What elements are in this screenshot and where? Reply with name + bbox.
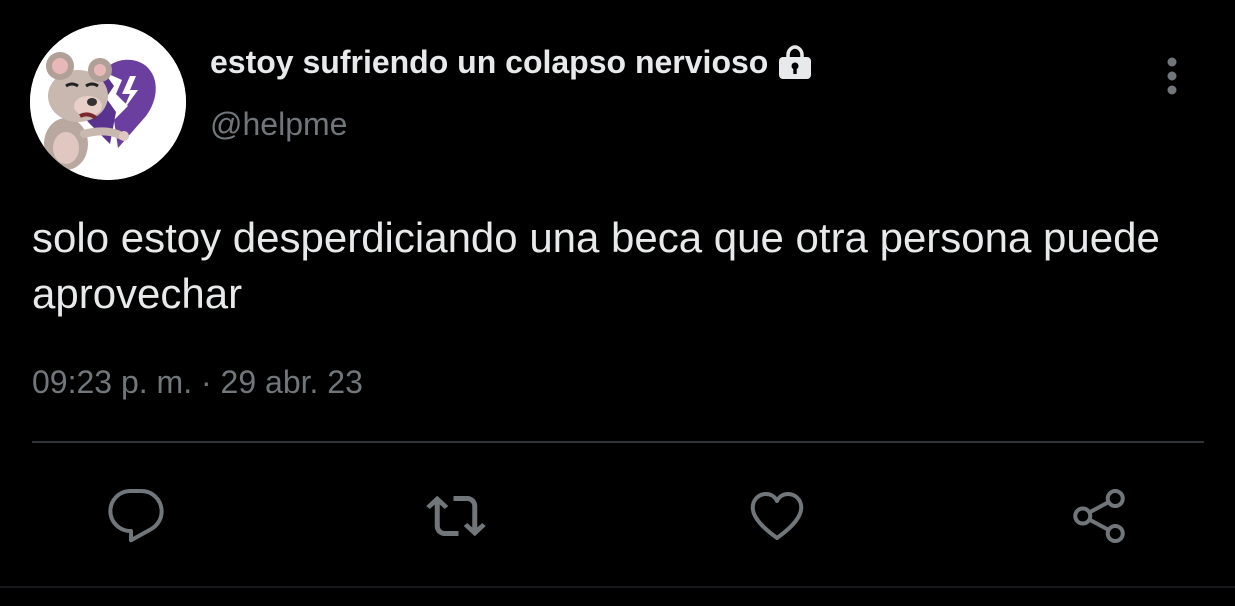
bottom-divider [0, 586, 1235, 588]
tweet-card: estoy sufriendo un colapso nervioso @hel… [0, 0, 1235, 606]
like-icon [750, 492, 804, 540]
more-options-icon [1167, 57, 1177, 95]
display-name-text: estoy sufriendo un colapso nervioso [210, 44, 769, 80]
share-button[interactable] [1067, 484, 1131, 548]
share-icon [1073, 489, 1125, 543]
reply-button[interactable] [104, 484, 168, 548]
avatar[interactable] [30, 24, 186, 180]
display-name[interactable]: estoy sufriendo un colapso nervioso [210, 44, 814, 81]
tweet-timestamp[interactable]: 09:23 p. m. · 29 abr. 23 [32, 364, 363, 401]
reply-icon [108, 489, 164, 543]
tweet-text: solo estoy desperdiciando una beca que o… [32, 214, 1160, 317]
like-button[interactable] [745, 484, 809, 548]
user-handle[interactable]: @helpme [210, 106, 347, 143]
retweet-icon [426, 495, 486, 537]
retweet-button[interactable] [424, 484, 488, 548]
more-options-button[interactable] [1150, 48, 1194, 104]
lock-icon [776, 44, 814, 81]
mouse-broken-heart-avatar-icon [30, 24, 186, 180]
divider [32, 441, 1204, 443]
